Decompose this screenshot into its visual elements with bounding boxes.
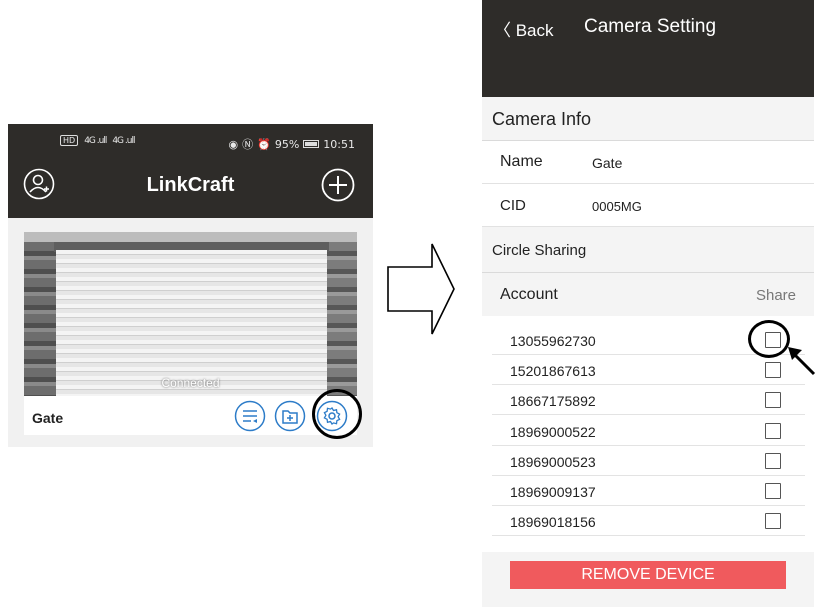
account-number: 18969000522 bbox=[510, 424, 596, 440]
account-row: 18969000523 bbox=[492, 446, 805, 476]
account-number: 15201867613 bbox=[510, 363, 596, 379]
share-checkbox[interactable] bbox=[765, 483, 781, 499]
right-phone-screen: 〈 Back Camera Setting Camera Info Name G… bbox=[482, 0, 814, 607]
pointer-arrow-icon bbox=[788, 347, 816, 376]
account-row: 18969009137 bbox=[492, 476, 805, 506]
cid-value: 0005MG bbox=[592, 199, 642, 214]
name-value: Gate bbox=[592, 155, 623, 171]
alarm-icon: ⏰ bbox=[257, 137, 271, 151]
account-number: 18969009137 bbox=[510, 484, 596, 500]
account-number: 18969000523 bbox=[510, 454, 596, 470]
cid-row: CID 0005MG bbox=[482, 184, 814, 227]
name-label: Name bbox=[500, 153, 543, 170]
page-title: Camera Setting bbox=[584, 16, 717, 37]
camera-info-section: Camera Info bbox=[482, 97, 814, 140]
camera-name: Gate bbox=[32, 410, 64, 426]
eye-icon: ◉ bbox=[228, 137, 239, 151]
circle-sharing-label: Circle Sharing bbox=[492, 242, 587, 259]
nfc-icon: Ⓝ bbox=[242, 138, 254, 151]
connection-status: Connected bbox=[161, 376, 220, 390]
folder-add-icon[interactable] bbox=[274, 400, 306, 432]
circle-sharing-section: Circle Sharing bbox=[482, 228, 814, 272]
account-number: 13055962730 bbox=[510, 333, 596, 349]
camera-preview-image[interactable]: Connected bbox=[24, 232, 357, 396]
plus-circle-icon[interactable] bbox=[321, 168, 355, 202]
back-button[interactable]: 〈 Back bbox=[494, 16, 554, 41]
share-checkbox[interactable] bbox=[765, 423, 781, 439]
account-number: 18969018156 bbox=[510, 514, 596, 530]
cid-label: CID bbox=[500, 197, 526, 214]
status-bar: HD 4G .ull 4G .ull ◉ Ⓝ ⏰ 95% 10:51 bbox=[8, 124, 373, 156]
playback-list-icon[interactable] bbox=[234, 400, 266, 432]
signal-1-icon: 4G .ull bbox=[84, 135, 107, 146]
checkbox-highlight-circle bbox=[748, 320, 790, 358]
signal-2-icon: 4G .ull bbox=[112, 135, 135, 146]
account-header-row: Account Share bbox=[482, 273, 814, 316]
share-checkbox[interactable] bbox=[765, 513, 781, 529]
account-header: Account bbox=[500, 286, 558, 303]
account-row: 18969018156 bbox=[492, 506, 805, 536]
name-row: Name Gate bbox=[482, 141, 814, 184]
app-title: LinkCraft bbox=[146, 174, 235, 196]
account-number: 18667175892 bbox=[510, 393, 596, 409]
account-row: 15201867613 bbox=[492, 355, 805, 385]
share-checkbox[interactable] bbox=[765, 453, 781, 469]
status-time: 10:51 bbox=[323, 137, 355, 151]
share-header: Share bbox=[755, 287, 796, 304]
battery-percent: 95% bbox=[274, 137, 300, 151]
app-header: LinkCraft bbox=[8, 156, 373, 218]
settings-highlight-circle bbox=[312, 389, 362, 439]
camera-card[interactable]: Connected Gate bbox=[24, 232, 362, 439]
account-row: 18667175892 bbox=[492, 385, 805, 415]
right-arrow-icon bbox=[387, 243, 455, 335]
hd-badge: HD bbox=[60, 135, 79, 146]
camera-info-label: Camera Info bbox=[492, 109, 592, 129]
battery-icon bbox=[303, 140, 320, 148]
settings-header: 〈 Back Camera Setting bbox=[482, 0, 814, 97]
remove-device-button[interactable]: REMOVE DEVICE bbox=[510, 561, 786, 589]
share-checkbox[interactable] bbox=[765, 392, 781, 408]
left-phone-screen: HD 4G .ull 4G .ull ◉ Ⓝ ⏰ 95% 10:51 LinkC… bbox=[8, 124, 373, 447]
account-row: 18969000522 bbox=[492, 416, 805, 446]
share-checkbox[interactable] bbox=[765, 362, 781, 378]
